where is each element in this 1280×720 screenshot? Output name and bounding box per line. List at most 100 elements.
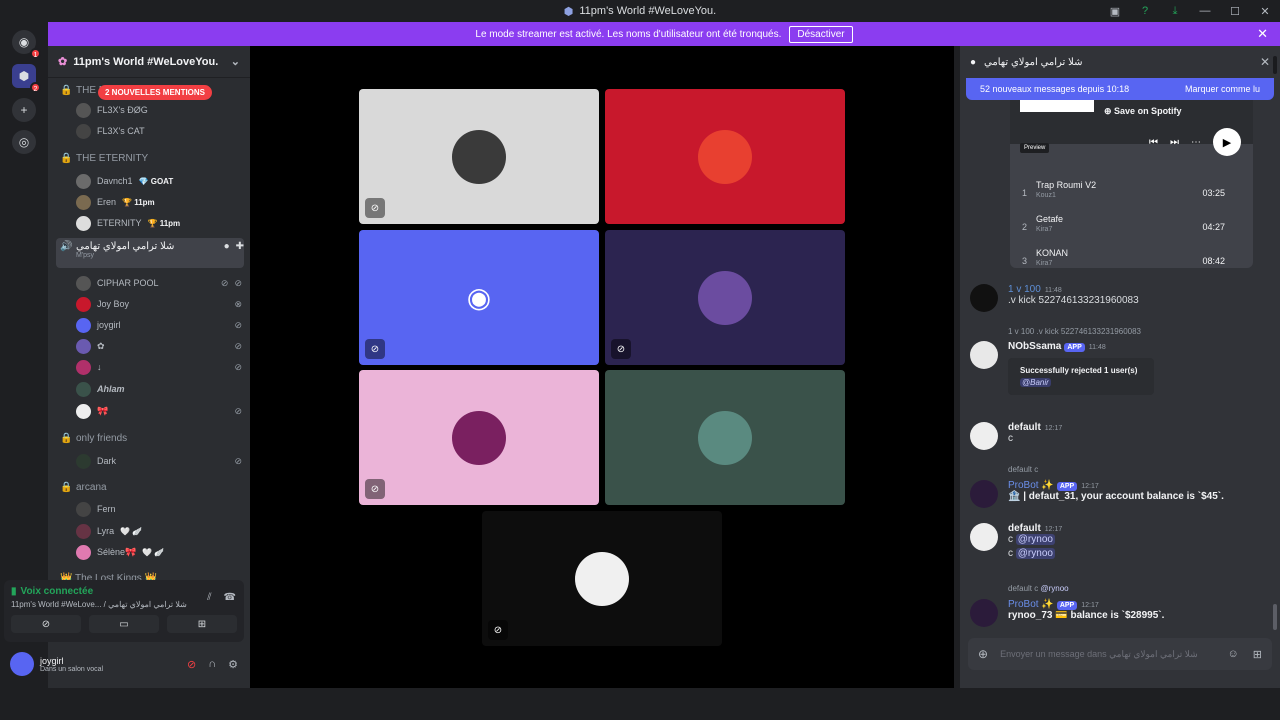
- avatar: [698, 270, 752, 325]
- voice-user[interactable]: Davnch1 💎 GOAT: [76, 172, 242, 190]
- avatar: [76, 381, 91, 397]
- voice-user[interactable]: Sélène🎀 🤍 🪽: [76, 543, 242, 561]
- track-row[interactable]: 3 KONAN Kira7 08:42: [1020, 248, 1225, 268]
- chat-scrollbar-thumb[interactable]: [1273, 604, 1277, 630]
- chat-message[interactable]: ProBot ✨ APP 12:17 rynoo_73 💳 balance is `…: [970, 599, 1270, 629]
- avatar: [452, 410, 506, 465]
- voice-user[interactable]: Joy Boy ⊗: [76, 295, 242, 313]
- chat-message[interactable]: default 12:17 c: [970, 422, 1270, 452]
- chat-icon[interactable]: ●: [224, 241, 230, 252]
- server-header[interactable]: ✿ 11pm's World #WeLoveYou. ⌄: [48, 46, 250, 78]
- headphones-icon[interactable]: ∩: [208, 658, 216, 671]
- download-icon[interactable]: ⤓: [1160, 5, 1190, 18]
- voice-user[interactable]: Lyra 🤍 🪽: [76, 522, 242, 540]
- voice-user[interactable]: Fern: [76, 500, 242, 518]
- screen-share-button[interactable]: ▭: [89, 615, 159, 633]
- avatar: [575, 551, 629, 606]
- participant-tile[interactable]: [605, 370, 845, 505]
- participant-tile[interactable]: ⊘: [359, 89, 599, 224]
- bot-embed: Successfully rejected 1 user(s) @Banir: [1008, 358, 1154, 395]
- activity-button[interactable]: ⊞: [167, 615, 237, 633]
- voice-user[interactable]: 🎀 ⊘: [76, 402, 242, 420]
- maximize-button[interactable]: ☐: [1220, 5, 1250, 18]
- chat-scrollbar[interactable]: [1273, 56, 1277, 74]
- voice-channel-friends[interactable]: 🔒 only friends: [56, 428, 244, 448]
- track-row[interactable]: 2 Getafe Kira7 04:27: [1020, 214, 1225, 244]
- settings-icon[interactable]: ⚙: [228, 658, 238, 671]
- participant-tile[interactable]: [605, 89, 845, 224]
- activities-icon[interactable]: ⊞: [1253, 648, 1262, 661]
- muted-icon: ⊘: [365, 339, 385, 359]
- track-row[interactable]: 1 Trap Roumi V2 Kouz1 03:25: [1020, 180, 1225, 210]
- reply-reference[interactable]: default c @rynoo: [1008, 584, 1069, 593]
- muted-icon: ⊘: [234, 405, 242, 416]
- avatar: [970, 523, 998, 551]
- voice-user[interactable]: FL3X's CAT: [76, 122, 242, 140]
- muted-icon: ⊘: [234, 455, 242, 466]
- voice-chat-panel: ● شلا ترامي امولاي تهامي ✕ 52 nouveaux m…: [960, 46, 1280, 688]
- avatar: [970, 284, 998, 312]
- voice-channel-active[interactable]: 🔊 شلا ترامي امولاي تهامي M'psy ● ✚: [56, 238, 244, 268]
- avatar[interactable]: [10, 652, 34, 676]
- new-messages-bar[interactable]: 52 nouveaux messages depuis 10:18 Marque…: [966, 78, 1274, 100]
- video-off-button[interactable]: ⊘: [11, 615, 81, 633]
- message-input[interactable]: ⊕ Envoyer un message dans شلا ترامي امول…: [968, 638, 1272, 670]
- chat-message[interactable]: ProBot ✨ APP 12:17 🏦 | defaut_31, your acc…: [970, 480, 1270, 510]
- voice-user[interactable]: Dark ⊘: [76, 452, 242, 470]
- server-icon[interactable]: ⬢ 2: [12, 64, 41, 93]
- voice-user[interactable]: Ahlam: [76, 380, 242, 398]
- minimize-button[interactable]: —: [1190, 5, 1220, 17]
- muted-icon: ⊘: [220, 277, 229, 288]
- deafened-icon: ⊘: [365, 479, 385, 499]
- participant-tile[interactable]: ⊘: [359, 370, 599, 505]
- close-icon[interactable]: ✕: [1257, 26, 1268, 42]
- user-panel: joygirl Dans un salon vocal ⊘ ∩ ⚙: [4, 646, 244, 682]
- reply-reference[interactable]: 1 v 100 .v kick 522746133231960083: [1008, 327, 1141, 336]
- discord-home-icon[interactable]: ◉ 1: [12, 30, 41, 59]
- next-icon[interactable]: ⏭: [1170, 137, 1179, 148]
- voice-user[interactable]: ✿ ⊘: [76, 337, 242, 355]
- voice-user[interactable]: ETERNITY 🏆 11pm: [76, 214, 242, 232]
- play-button[interactable]: ▶: [1213, 128, 1241, 156]
- more-icon[interactable]: ⋯: [1191, 137, 1201, 148]
- disconnect-icon[interactable]: ☎: [224, 592, 236, 603]
- participant-tile[interactable]: ◉ ⊘: [359, 230, 599, 365]
- discord-logo-icon: ◉: [466, 282, 492, 313]
- chat-bubble-icon: ●: [970, 56, 977, 68]
- title-bar: ⬢ 11pm's World #WeLoveYou. ▣ ? ⤓ — ☐ ✕: [0, 0, 1280, 22]
- voice-user[interactable]: CIPHAR POOL ⊘ ⊘: [76, 274, 242, 292]
- voice-channel-eternity[interactable]: 🔒 THE ETERNITY: [56, 148, 244, 168]
- inbox-icon[interactable]: ▣: [1100, 5, 1130, 18]
- participant-tile[interactable]: ⊘: [605, 230, 845, 365]
- disable-streamer-button[interactable]: Désactiver: [789, 25, 853, 43]
- voice-user[interactable]: ↓ ⊘: [76, 358, 242, 376]
- invite-icon[interactable]: ✚: [236, 241, 244, 252]
- explore-icon[interactable]: ◎: [12, 130, 36, 154]
- emoji-icon[interactable]: ☺: [1228, 648, 1239, 661]
- noise-suppression-icon[interactable]: ⫽: [207, 592, 211, 603]
- chevron-down-icon[interactable]: ⌄: [231, 55, 240, 68]
- voice-user[interactable]: Eren 🏆 11pm: [76, 193, 242, 211]
- chat-message[interactable]: NObSsama APP 11:48 Successfully rejected 1…: [970, 341, 1270, 403]
- deafened-icon: ⊘: [234, 277, 242, 288]
- mute-icon[interactable]: ⊘: [187, 658, 196, 671]
- help-icon[interactable]: ?: [1130, 5, 1160, 17]
- chat-message[interactable]: default 12:17 c @rynoo c @rynoo: [970, 523, 1270, 569]
- voice-channel-arcana[interactable]: 🔒 arcana: [56, 477, 244, 497]
- new-mentions-pill[interactable]: 2 NOUVELLES MENTIONS: [98, 85, 213, 100]
- avatar: [698, 410, 752, 465]
- deafened-icon: ⊘: [234, 361, 242, 372]
- voice-user[interactable]: FL3X's ĐØG: [76, 101, 242, 119]
- add-server-icon[interactable]: +: [12, 98, 36, 122]
- add-attachment-icon[interactable]: ⊕: [978, 647, 988, 661]
- avatar: [76, 317, 91, 333]
- xbox-icon: ⊗: [234, 298, 242, 309]
- chat-message[interactable]: 1 v 100 11:48 .v kick 522746133231960083: [970, 284, 1270, 314]
- voice-user[interactable]: joygirl ⊘: [76, 316, 242, 334]
- close-button[interactable]: ✕: [1250, 5, 1280, 18]
- close-chat-icon[interactable]: ✕: [1260, 55, 1270, 69]
- reply-reference[interactable]: default c: [1008, 465, 1038, 474]
- previous-icon[interactable]: ⏮: [1149, 137, 1158, 148]
- participant-tile[interactable]: ⊘: [482, 511, 722, 646]
- save-on-spotify-button[interactable]: ⊕ Save on Spotify: [1104, 106, 1182, 117]
